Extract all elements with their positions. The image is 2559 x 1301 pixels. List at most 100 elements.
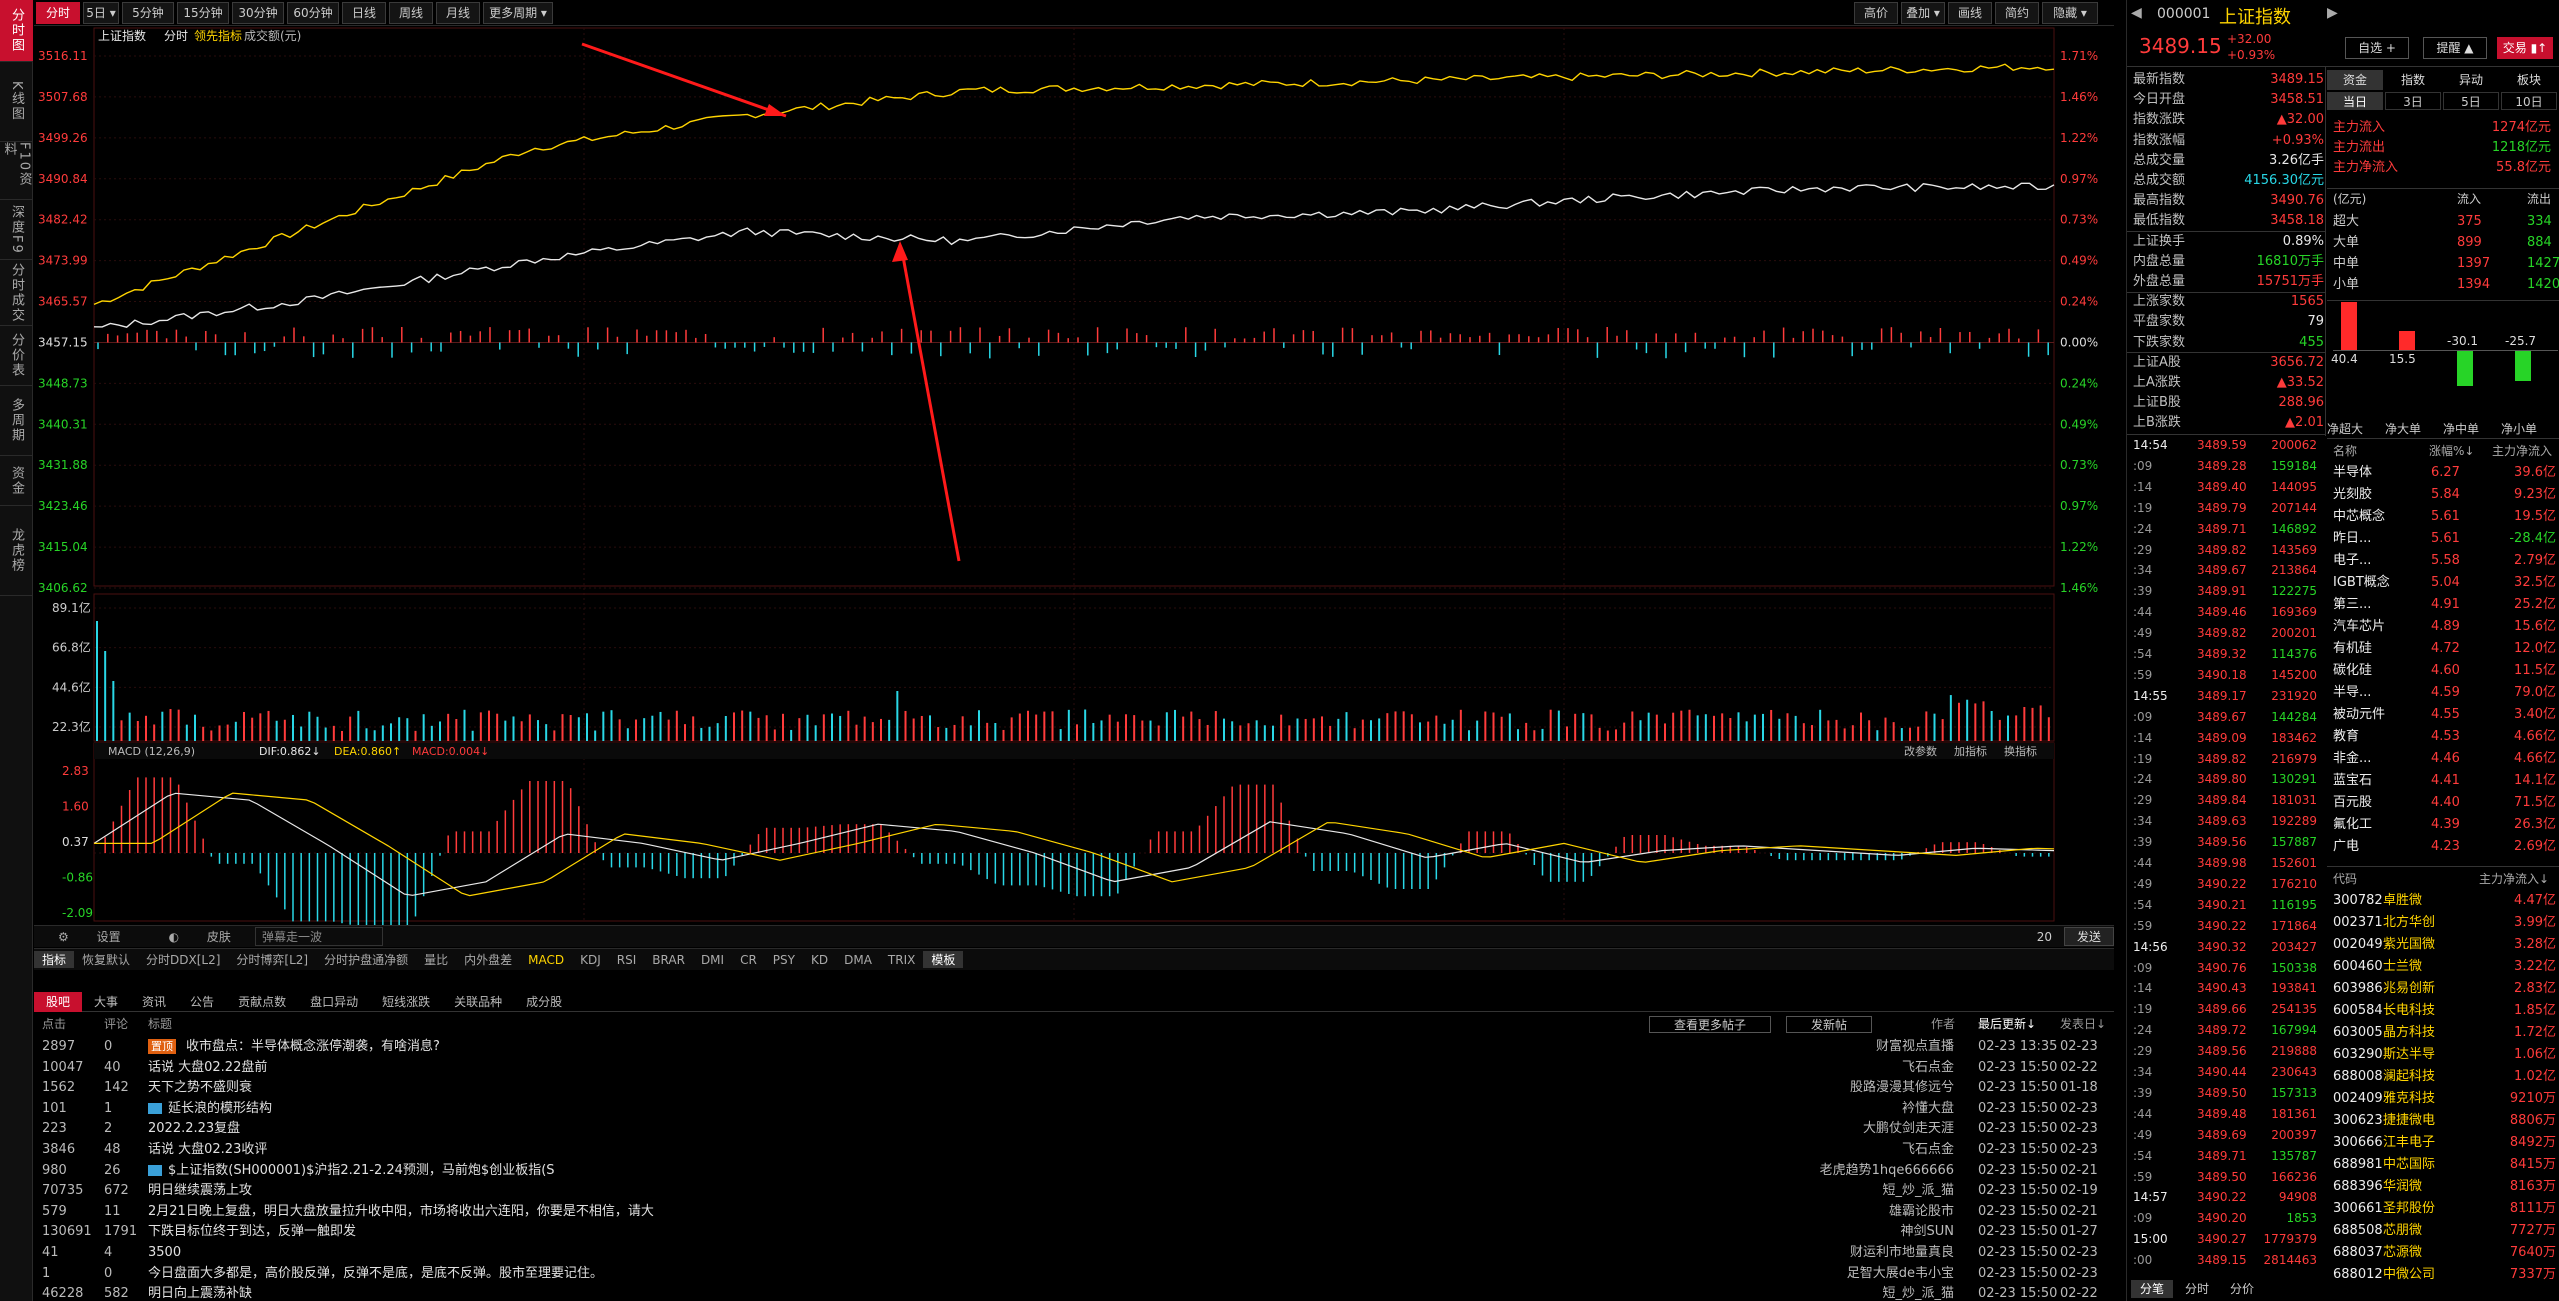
sector-row[interactable]: 蓝宝石 4.41 14.1亿: [2327, 771, 2559, 792]
news-title[interactable]: 天下之势不盛则衰: [148, 1077, 252, 1098]
fund-period-tab-2[interactable]: 5日: [2443, 92, 2499, 110]
fund-period-tab-3[interactable]: 10日: [2501, 92, 2557, 110]
detail-tab-0[interactable]: 分笔: [2131, 1280, 2173, 1298]
news-row[interactable]: 3846 48 话说 大盘02.23收评 飞石点金 02-23 15:50 02-23: [34, 1139, 2114, 1160]
indicator-tab-16[interactable]: TRIX: [880, 953, 923, 967]
news-row[interactable]: 101 1 延长浪的模形结构 衿懂大盘 02-23 15:50 02-23: [34, 1098, 2114, 1119]
news-author[interactable]: 短_炒_派_猫: [1882, 1283, 1954, 1301]
indicator-tab-6[interactable]: 内外盘差: [456, 951, 520, 968]
news-tab-6[interactable]: 短线涨跌: [370, 992, 442, 1012]
stock-row[interactable]: 300666 江丰电子 8492万: [2327, 1133, 2559, 1154]
macd-tool-button[interactable]: 换指标: [2004, 744, 2037, 758]
sector-row[interactable]: 中芯概念 5.61 19.5亿: [2327, 507, 2559, 528]
stock-row[interactable]: 688396 华润微 8163万: [2327, 1177, 2559, 1198]
stock-row[interactable]: 688508 芯朋微 7727万: [2327, 1221, 2559, 1242]
news-row[interactable]: 579 11 2月21日晚上复盘，明日大盘放量拉升收中阳，市场将收出六连阳，你要是不…: [34, 1201, 2114, 1222]
news-author[interactable]: 神剑SUN: [1901, 1221, 1955, 1242]
stock-row[interactable]: 300782 卓胜微 4.47亿: [2327, 891, 2559, 912]
left-tab-6[interactable]: 多周期: [0, 386, 33, 456]
news-title[interactable]: 3500: [148, 1242, 181, 1263]
stock-row[interactable]: 002049 紫光国微 3.28亿: [2327, 935, 2559, 956]
indicator-tab-13[interactable]: PSY: [765, 953, 803, 967]
news-title[interactable]: 明日继续震荡上攻: [148, 1180, 252, 1201]
period-button-9[interactable]: 更多周期 ▾: [483, 2, 553, 24]
stock-row[interactable]: 688981 中芯国际 8415万: [2327, 1155, 2559, 1176]
quote-action-button-1[interactable]: 提醒 ▲: [2423, 37, 2487, 59]
indicator-tab-3[interactable]: 分时博弈[L2]: [228, 951, 316, 968]
indicator-tab-5[interactable]: 量比: [416, 951, 456, 968]
tool-button-2[interactable]: 简约: [1995, 2, 2039, 24]
fund-tab-0[interactable]: 资金: [2327, 70, 2383, 90]
danmaku-input[interactable]: 弹幕走一波: [254, 927, 383, 946]
sector-row[interactable]: 百元股 4.40 71.5亿: [2327, 793, 2559, 814]
next-stock-icon[interactable]: ▶: [2327, 5, 2338, 21]
indicator-tab-17[interactable]: 模板: [923, 951, 964, 968]
stock-row[interactable]: 603986 兆易创新 2.83亿: [2327, 979, 2559, 1000]
sector-row[interactable]: 被动元件 4.55 3.40亿: [2327, 705, 2559, 726]
news-author[interactable]: 飞石点金: [1902, 1139, 1954, 1160]
tool-button-0[interactable]: 叠加 ▾: [1901, 2, 1945, 24]
fund-tab-1[interactable]: 指数: [2385, 70, 2441, 90]
macd-tool-button[interactable]: 加指标: [1954, 744, 1987, 758]
stock-row[interactable]: 300623 捷捷微电 8806万: [2327, 1111, 2559, 1132]
stock-row[interactable]: 002409 雅克科技 9210万: [2327, 1089, 2559, 1110]
news-row[interactable]: 10047 40 话说 大盘02.22盘前 飞石点金 02-23 15:50 02-22: [34, 1057, 2114, 1078]
quote-action-button-2[interactable]: 交易 ▮↑: [2497, 37, 2553, 59]
left-tab-4[interactable]: 分时成交: [0, 260, 33, 326]
left-tab-3[interactable]: 深度F9: [0, 200, 33, 260]
fund-period-tab-1[interactable]: 3日: [2385, 92, 2441, 110]
sector-row[interactable]: 电子... 5.58 2.79亿: [2327, 551, 2559, 572]
stock-row[interactable]: 688037 芯源微 7640万: [2327, 1243, 2559, 1264]
period-button-0[interactable]: 分时: [36, 2, 80, 24]
left-tab-8[interactable]: 龙虎榜: [0, 506, 33, 596]
indicator-tab-12[interactable]: CR: [732, 953, 765, 967]
period-button-1[interactable]: 5日 ▾: [83, 2, 119, 24]
intraday-chart[interactable]: 3516.11 1.71% 3507.68 1.46% 3499.26 1.22% 3490…: [34, 26, 2114, 941]
fund-period-tab-0[interactable]: 当日: [2327, 92, 2383, 110]
sector-row[interactable]: 非金... 4.46 4.66亿: [2327, 749, 2559, 770]
news-author[interactable]: 衿懂大盘: [1902, 1098, 1954, 1119]
sector-row[interactable]: 汽车芯片 4.89 15.6亿: [2327, 617, 2559, 638]
news-title[interactable]: $上证指数(SH000001)$沪指2.21-2.24预测，马前炮$创业板指(S: [168, 1160, 555, 1181]
news-tab-1[interactable]: 大事: [82, 992, 130, 1012]
quote-action-button-0[interactable]: 自选 +: [2345, 37, 2409, 59]
news-author[interactable]: 股路漫漫其修远兮: [1850, 1077, 1954, 1098]
settings-button[interactable]: ⚙ 设置: [34, 928, 145, 945]
news-row[interactable]: 1562 142 天下之势不盛则衰 股路漫漫其修远兮 02-23 15:50 01-18: [34, 1077, 2114, 1098]
news-tab-2[interactable]: 资讯: [130, 992, 178, 1012]
indicator-tab-9[interactable]: RSI: [609, 953, 645, 967]
news-row[interactable]: 2897 0 置顶 收市盘点：半导体概念涨停潮袭，有啥消息? 财富视点直播 02-23 1…: [34, 1036, 2114, 1057]
fund-tab-2[interactable]: 异动: [2443, 70, 2499, 90]
new-post-button[interactable]: 发新帖: [1786, 1016, 1873, 1033]
news-row[interactable]: 130691 1791 下跌目标位终于到达，反弹一触即发 神剑SUN 02-23 15:…: [34, 1221, 2114, 1242]
stock-list-head[interactable]: 主力净流入↓: [2479, 870, 2549, 889]
news-tab-5[interactable]: 盘口异动: [298, 992, 370, 1012]
left-tab-1[interactable]: K线图: [0, 62, 33, 142]
left-tab-7[interactable]: 资金: [0, 456, 33, 506]
stock-list-head[interactable]: 代码: [2333, 870, 2357, 889]
left-tab-0[interactable]: 分时图: [0, 0, 33, 62]
sector-row[interactable]: 光刻胶 5.84 9.23亿: [2327, 485, 2559, 506]
sector-row[interactable]: 第三... 4.91 25.2亿: [2327, 595, 2559, 616]
news-row[interactable]: 223 2 2022.2.23复盘 大鹏仗剑走天涯 02-23 15:50 02-23: [34, 1118, 2114, 1139]
news-title[interactable]: 2月21日晚上复盘，明日大盘放量拉升收中阳，市场将收出六连阳，你要是不相信，请大: [148, 1201, 654, 1222]
sector-row[interactable]: 教育 4.53 4.66亿: [2327, 727, 2559, 748]
indicator-tab-8[interactable]: KDJ: [572, 953, 609, 967]
news-author[interactable]: 飞石点金: [1902, 1057, 1954, 1078]
macd-tool-button[interactable]: 改参数: [1904, 744, 1937, 758]
news-author[interactable]: 短_炒_派_猫: [1882, 1180, 1954, 1201]
sector-head[interactable]: 名称: [2333, 442, 2357, 461]
news-author[interactable]: 财富视点直播: [1876, 1036, 1954, 1057]
news-author[interactable]: 大鹏仗剑走天涯: [1863, 1118, 1954, 1139]
prev-stock-icon[interactable]: ◀: [2131, 5, 2142, 21]
skin-button[interactable]: ◐ 皮肤: [145, 928, 255, 945]
period-button-6[interactable]: 日线: [342, 2, 386, 24]
news-row[interactable]: 41 4 3500 财运利市地量真良 02-23 15:50 02-23: [34, 1242, 2114, 1263]
indicator-tab-7[interactable]: MACD: [520, 953, 572, 967]
news-tab-3[interactable]: 公告: [178, 992, 226, 1012]
news-author[interactable]: 老虎趋势1hqe666666: [1820, 1160, 1954, 1181]
stock-row[interactable]: 603005 晶方科技 1.72亿: [2327, 1023, 2559, 1044]
news-row[interactable]: 46228 582 明日向上震荡补缺 短_炒_派_猫 02-23 15:50 02-22: [34, 1283, 2114, 1301]
news-author[interactable]: 财运利市地量真良: [1850, 1242, 1954, 1263]
indicator-tab-14[interactable]: KD: [803, 953, 836, 967]
